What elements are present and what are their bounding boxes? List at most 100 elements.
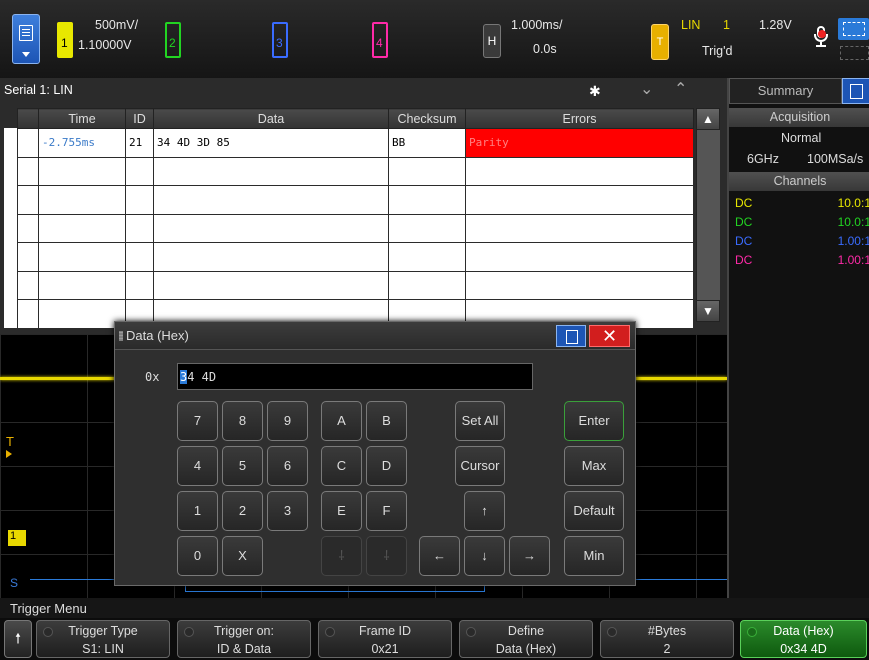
column-header-data[interactable]: Data [153,108,389,129]
id-cell [125,242,154,272]
row-select-cell[interactable] [17,128,39,158]
row-select-cell[interactable] [17,156,39,186]
data-hex-dialog: Data (Hex) ✕ 0x 34 4D 7 8 9 A B Set All … [114,321,636,586]
channel-2-coupling: DC [735,215,753,229]
hex-value-field[interactable]: 34 4D [177,363,533,390]
id-cell [125,185,154,215]
key-2[interactable]: 2 [222,491,263,531]
min-button[interactable]: Min [564,536,624,576]
row-select-cell[interactable] [17,299,39,329]
key-1[interactable]: 1 [177,491,218,531]
key-5[interactable]: 5 [222,446,263,486]
microphone-icon[interactable] [814,26,828,47]
row-select-cell[interactable] [17,270,39,300]
column-header-errors[interactable]: Errors [465,108,694,129]
panel-menu-icon[interactable] [842,78,869,104]
dialog-title-bar[interactable]: Data (Hex) ✕ [115,322,635,350]
right-info-panel: Summary Acquisition Normal 6GHz 100MSa/s… [727,78,869,598]
softkey-trigger-type[interactable]: Trigger Type S1: LIN [36,620,170,658]
softkey-data-hex[interactable]: Data (Hex) 0x34 4D [740,620,867,658]
row-select-cell[interactable] [17,185,39,215]
key-f[interactable]: F [366,491,407,531]
chevron-double-down-icon[interactable]: ⌄ [640,79,653,99]
arrow-right-button[interactable]: → [509,536,550,576]
key-a[interactable]: A [321,401,362,441]
channel-3-number: 3 [276,36,283,50]
arrow-down-button[interactable]: ↓ [464,536,505,576]
max-button[interactable]: Max [564,446,624,486]
key-8[interactable]: 8 [222,401,263,441]
set-all-button[interactable]: Set All [455,401,505,441]
errors-cell [465,242,694,272]
scrollbar-track[interactable] [696,130,720,300]
disabled-key-2: ⸸ [366,536,407,576]
row-select-cell[interactable] [17,213,39,243]
trigger-level-marker[interactable]: T [6,434,14,449]
trigger-level: 1.28V [759,18,792,32]
cursor-button[interactable]: Cursor [455,446,505,486]
softkey-frame-id[interactable]: Frame ID 0x21 [318,620,452,658]
main-menu-button[interactable] [12,14,40,64]
row-select-cell[interactable] [17,242,39,272]
channel-1-ground-marker[interactable]: 1 [8,530,26,546]
channel-1-key[interactable]: 1 [57,22,73,58]
enter-button[interactable]: Enter [564,401,624,441]
data-cell [153,213,389,243]
key-6[interactable]: 6 [267,446,308,486]
table-row[interactable] [17,270,694,300]
column-header-id[interactable]: ID [125,108,154,129]
close-button[interactable]: ✕ [589,325,630,347]
menu-up-button[interactable]: 🠕 [4,620,32,658]
softkey-bytes[interactable]: #Bytes 2 [600,620,734,658]
channel-3-probe: 1.00:1 [837,234,869,248]
channel-2-key[interactable]: 2 [165,22,181,58]
arrow-left-button[interactable]: ← [419,536,460,576]
key-x[interactable]: X [222,536,263,576]
channel-4-coupling: DC [735,253,753,267]
softkey-define[interactable]: Define Data (Hex) [459,620,593,658]
arrow-up-button[interactable]: ↑ [464,491,505,531]
trigger-key[interactable]: T [651,24,669,60]
channel-3-key[interactable]: 3 [272,22,288,58]
table-row[interactable] [17,213,694,243]
chevron-double-up-icon[interactable]: ⌃ [674,79,687,99]
key-c[interactable]: C [321,446,362,486]
waveform-tool-icon[interactable] [840,46,869,60]
dialog-menu-button[interactable] [556,325,586,347]
disabled-key-1: ⸸ [321,536,362,576]
tab-summary[interactable]: Summary [729,78,842,104]
errors-cell [465,156,694,186]
key-0[interactable]: 0 [177,536,218,576]
data-cell [153,185,389,215]
key-b[interactable]: B [366,401,407,441]
default-button[interactable]: Default [564,491,624,531]
key-7[interactable]: 7 [177,401,218,441]
table-row[interactable]: -2.755ms 21 34 4D 3D 85 BB Parity [17,128,694,158]
softkey-bar: 🠕 Trigger Type S1: LIN Trigger on: ID & … [0,618,869,660]
key-e[interactable]: E [321,491,362,531]
key-d[interactable]: D [366,446,407,486]
horizontal-key[interactable]: H [483,24,501,58]
column-header-checksum[interactable]: Checksum [388,108,466,129]
channel-4-key[interactable]: 4 [372,22,388,58]
column-header-time[interactable]: Time [38,108,126,129]
serial-bus-marker[interactable]: S [10,576,18,590]
row-selector-column[interactable] [4,128,17,328]
scroll-up-button[interactable]: ▲ [696,108,720,130]
table-row[interactable] [17,156,694,186]
checksum-cell [388,213,466,243]
zoom-box-tool-icon[interactable] [838,18,869,40]
key-3[interactable]: 3 [267,491,308,531]
channel-1-probe: 10.0:1 [837,196,869,210]
scroll-down-button[interactable]: ▼ [696,300,720,322]
errors-cell: Parity [465,128,694,158]
key-4[interactable]: 4 [177,446,218,486]
table-row[interactable] [17,242,694,272]
key-9[interactable]: 9 [267,401,308,441]
gear-icon[interactable]: ✱ [589,83,601,100]
channel-2-number: 2 [169,36,176,50]
drag-grip-icon[interactable] [119,331,123,341]
table-row[interactable] [17,185,694,215]
softkey-trigger-on[interactable]: Trigger on: ID & Data [177,620,311,658]
trigger-source: 1 [723,18,730,32]
